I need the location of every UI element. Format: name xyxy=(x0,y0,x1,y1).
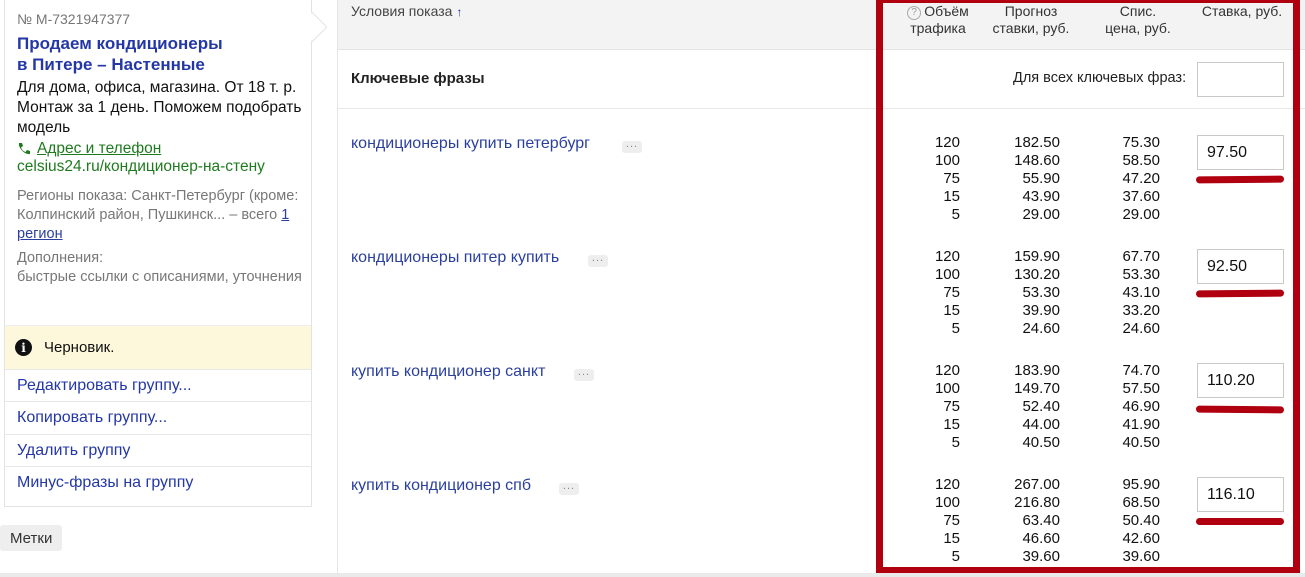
delete-group-link[interactable]: Удалить группу xyxy=(5,434,311,466)
phone-icon xyxy=(17,142,31,156)
draft-status-bar: i Черновик. xyxy=(5,325,311,369)
regions-prefix: Регионы показа: Санкт-Петербург (кроме: … xyxy=(17,188,299,223)
more-dots-icon[interactable]: ... xyxy=(588,253,608,267)
more-dots-icon[interactable]: ... xyxy=(574,367,594,381)
ad-contact-link[interactable]: Адрес и телефон xyxy=(17,140,161,158)
copy-group-link[interactable]: Копировать группу... xyxy=(5,401,311,433)
more-dots-icon[interactable]: ... xyxy=(622,139,642,153)
regions-text: Регионы показа: Санкт-Петербург (кроме: … xyxy=(17,187,307,244)
edit-group-link[interactable]: Редактировать группу... xyxy=(5,369,311,401)
keywords-title: Ключевые фразы xyxy=(351,70,485,87)
keyword-phrase[interactable]: кондиционеры питер купить xyxy=(351,249,559,267)
contact-label[interactable]: Адрес и телефон xyxy=(37,140,161,158)
sort-arrow-icon[interactable]: ↑ xyxy=(456,5,462,19)
more-dots-icon[interactable]: ... xyxy=(559,481,579,495)
extras-value: быстрые ссылки с описаниями, уточнения xyxy=(17,269,302,285)
conditions-header[interactable]: Условия показа ↑ xyxy=(351,3,462,19)
card-pointer xyxy=(311,12,327,42)
ad-text: Для дома, офиса, магазина. От 18 т. р. М… xyxy=(17,79,302,136)
ad-number: № M-7321947377 xyxy=(17,11,131,27)
ad-url: celsius24.ru/кондиционер-на-стену xyxy=(17,158,265,175)
ad-title-line1[interactable]: Продаем кондиционеры xyxy=(17,33,307,54)
conditions-label[interactable]: Условия показа xyxy=(351,3,452,19)
ad-title[interactable]: Продаем кондиционеры в Питере – Настенны… xyxy=(17,33,307,75)
ad-title-line2[interactable]: в Питере – Настенные xyxy=(17,54,307,75)
negative-phrases-link[interactable]: Минус-фразы на группу xyxy=(5,466,311,498)
info-icon: i xyxy=(15,339,32,356)
keyword-phrase[interactable]: купить кондиционер санкт xyxy=(351,363,545,381)
bottom-border xyxy=(0,573,1305,577)
keyword-phrase[interactable]: купить кондиционер спб xyxy=(351,477,531,495)
highlight-frame xyxy=(876,0,1300,574)
tags-button[interactable]: Метки xyxy=(0,525,63,551)
ad-card: № M-7321947377 Продаем кондиционеры в Пи… xyxy=(4,0,312,507)
extras-title: Дополнения: xyxy=(17,250,104,266)
draft-status: Черновик. xyxy=(44,339,115,356)
keyword-phrase[interactable]: кондиционеры купить петербург xyxy=(351,135,590,153)
